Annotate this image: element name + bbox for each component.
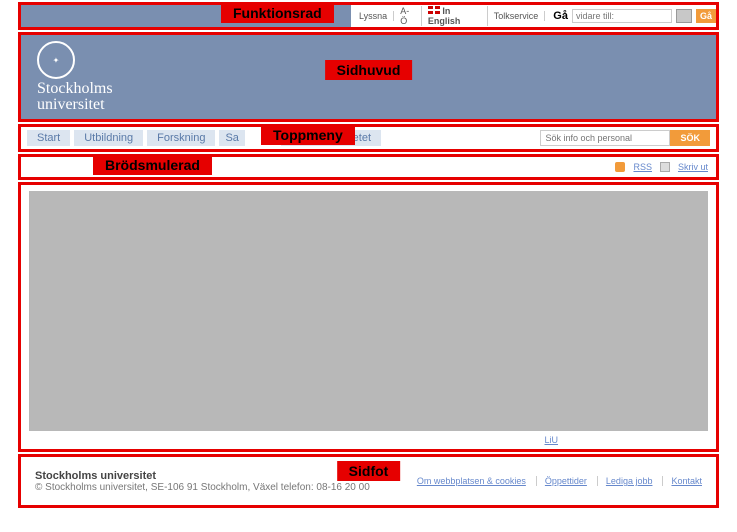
footer-label: Sidfot	[337, 461, 401, 481]
funcbar-links: Lyssna A-Ö In English Tolkservice	[351, 6, 553, 26]
content-liu-link[interactable]: LiU	[544, 435, 708, 445]
breadcrumb-section: Brödsmulerad RSS Skriv ut	[18, 154, 719, 180]
funcbar-link-tolk[interactable]: Tolkservice	[494, 11, 546, 21]
footer-link-cookies[interactable]: Om webbplatsen & cookies	[409, 476, 526, 486]
logo-wrap[interactable]: ✦ Stockholms universitet	[37, 41, 113, 113]
goto-input[interactable]	[572, 9, 672, 23]
rss-link[interactable]: RSS	[633, 162, 652, 172]
breadcrumb-right: RSS Skriv ut	[615, 162, 708, 172]
topmenu-item-utbildning[interactable]: Utbildning	[74, 130, 143, 146]
footer-left: Stockholms universitet © Stockholms univ…	[35, 470, 370, 493]
footer-link-kontakt[interactable]: Kontakt	[662, 476, 702, 486]
funcbar-link-english[interactable]: In English	[428, 6, 488, 26]
topmenu-item-start[interactable]: Start	[27, 130, 70, 146]
university-crest-icon: ✦	[37, 41, 75, 79]
footer-links: Om webbplatsen & cookies Öppettider Ledi…	[409, 476, 702, 486]
header-section: Sidhuvud ✦ Stockholms universitet	[18, 32, 719, 122]
topmenu-item-sa[interactable]: Sa	[219, 130, 244, 146]
header-label: Sidhuvud	[325, 60, 413, 80]
uni-name-1: Stockholms	[37, 81, 113, 97]
funcbar-section: Funktionsrad Lyssna A-Ö In English Tolks…	[18, 2, 719, 30]
goto-dropdown-icon[interactable]	[676, 9, 692, 23]
footer-copyright: © Stockholms universitet, SE-106 91 Stoc…	[35, 482, 370, 493]
topmenu: Start Utbildning Forskning Sa Om univers…	[21, 127, 716, 149]
print-icon[interactable]	[660, 162, 670, 172]
search-input[interactable]	[540, 130, 670, 146]
footer-section: Sidfot Stockholms universitet © Stockhol…	[18, 454, 719, 508]
funcbar: Lyssna A-Ö In English Tolkservice Gå Gå	[21, 5, 716, 27]
content-caption: LiU	[29, 431, 708, 445]
content-section: LiU	[18, 182, 719, 452]
footer-title: Stockholms universitet	[35, 470, 156, 482]
goto-button[interactable]: Gå	[696, 9, 716, 23]
print-link[interactable]: Skriv ut	[678, 162, 708, 172]
funcbar-label: Funktionsrad	[221, 3, 334, 23]
content-placeholder	[29, 191, 708, 431]
rss-icon[interactable]	[615, 162, 625, 172]
goto-box: Gå Gå	[553, 9, 716, 23]
uni-name-2: universitet	[37, 97, 105, 113]
uk-flag-icon	[428, 6, 440, 14]
funcbar-link-lyssna[interactable]: Lyssna	[359, 11, 394, 21]
funcbar-link-ao[interactable]: A-Ö	[400, 6, 422, 26]
search-box: SÖK	[540, 130, 710, 146]
goto-prefix: Gå	[553, 10, 568, 22]
footer-link-jobb[interactable]: Lediga jobb	[597, 476, 653, 486]
footer-link-oppettider[interactable]: Öppettider	[536, 476, 587, 486]
topmenu-section: Toppmeny Start Utbildning Forskning Sa O…	[18, 124, 719, 152]
topmenu-item-forskning[interactable]: Forskning	[147, 130, 215, 146]
breadcrumb-label: Brödsmulerad	[93, 155, 212, 175]
topmenu-label: Toppmeny	[261, 125, 355, 145]
search-button[interactable]: SÖK	[670, 130, 710, 146]
